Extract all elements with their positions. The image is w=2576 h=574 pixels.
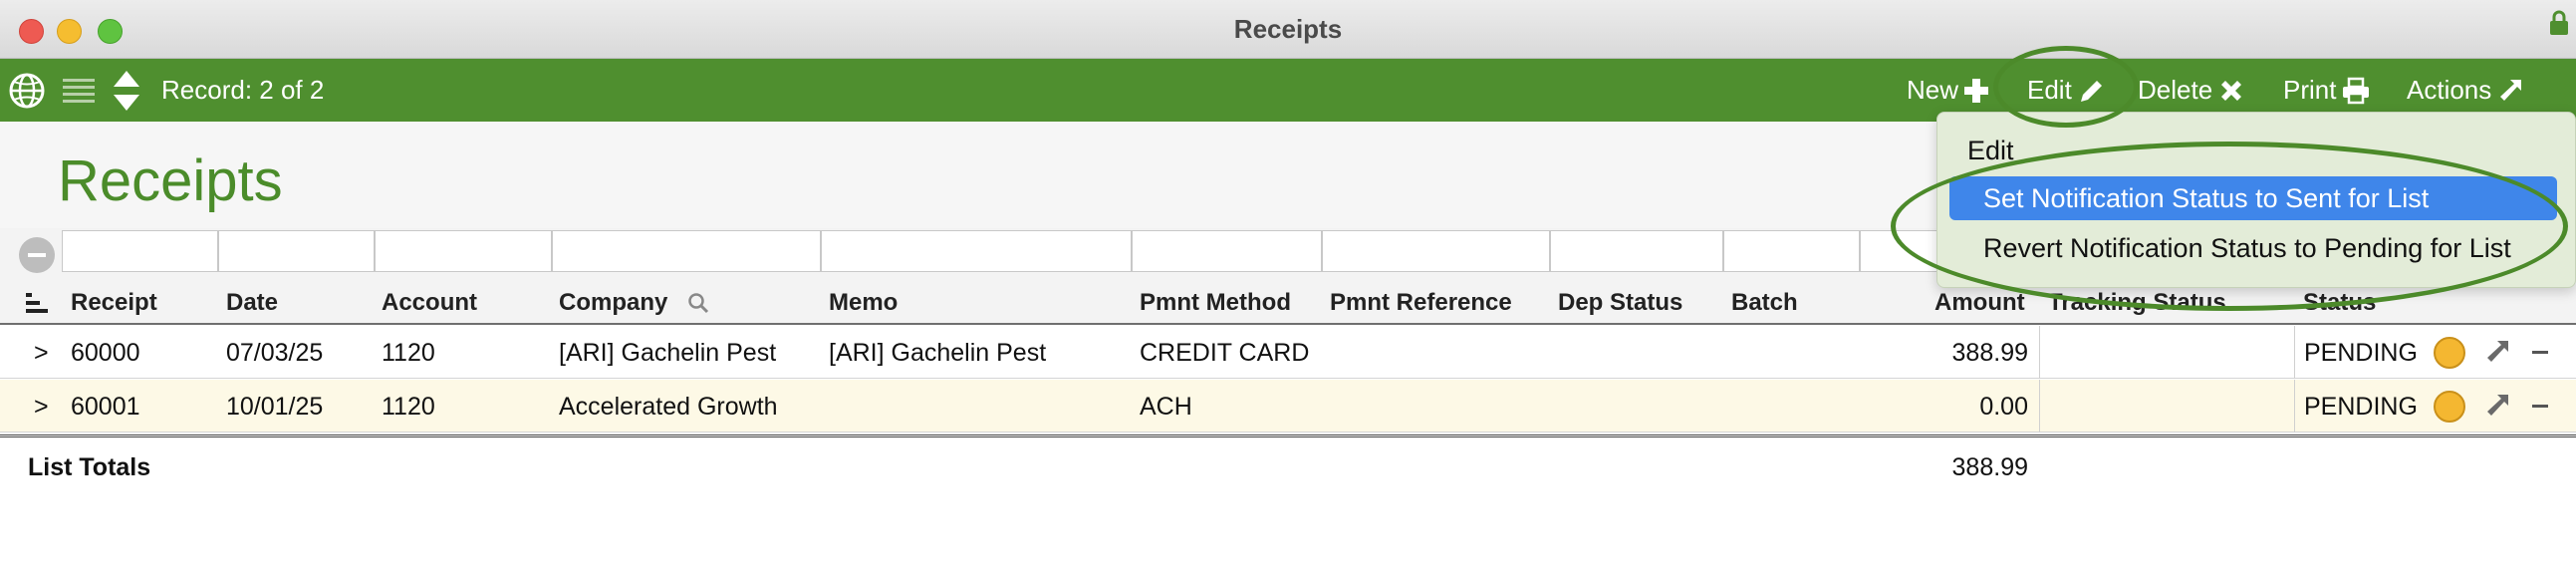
- cell-account: 1120: [382, 339, 435, 367]
- window-titlebar: Receipts: [0, 0, 2576, 59]
- cell-date: 10/01/25: [226, 393, 324, 421]
- edit-label: Edit: [2027, 75, 2072, 105]
- cell-amount: 0.00: [1979, 393, 2028, 421]
- table-row[interactable]: > 60000 07/03/25 1120 [ARI] Gachelin Pes…: [0, 326, 2576, 379]
- open-record-arrow-icon[interactable]: [2483, 338, 2511, 366]
- column-pmnt-reference[interactable]: Pmnt Reference: [1330, 289, 1512, 317]
- column-account[interactable]: Account: [382, 289, 477, 317]
- row-expander[interactable]: >: [34, 393, 49, 422]
- column-pmnt-method[interactable]: Pmnt Method: [1140, 289, 1291, 317]
- menu-item-set-notification-sent[interactable]: Set Notification Status to Sent for List: [1949, 176, 2557, 220]
- pencil-icon: [2080, 80, 2102, 102]
- actions-label: Actions: [2407, 75, 2492, 105]
- status-indicator-dot: [2434, 337, 2465, 369]
- filter-dep-status[interactable]: [1550, 230, 1723, 272]
- filter-date[interactable]: [218, 230, 375, 272]
- filter-pmnt-reference[interactable]: [1322, 230, 1550, 272]
- cell-company: Accelerated Growth: [559, 393, 778, 421]
- arrow-out-icon: [2500, 79, 2522, 101]
- x-icon: [2221, 80, 2242, 101]
- column-dep-status[interactable]: Dep Status: [1558, 289, 1682, 317]
- delete-label: Delete: [2138, 75, 2213, 105]
- record-counter-label: Record: 2 of 2: [161, 75, 325, 105]
- column-divider: [2039, 326, 2040, 379]
- window-title: Receipts: [1233, 14, 1343, 44]
- cell-status: PENDING: [2304, 393, 2418, 421]
- column-divider: [2294, 326, 2295, 379]
- totals-amount: 388.99: [1951, 453, 2028, 481]
- record-counter: Record: 2 of 2: [161, 59, 324, 122]
- cell-pmnt-method: ACH: [1140, 393, 1192, 421]
- column-memo[interactable]: Memo: [829, 289, 898, 317]
- lock-icon: [2550, 10, 2568, 35]
- cell-company: [ARI] Gachelin Pest: [559, 339, 777, 367]
- menu-item-edit[interactable]: Edit: [1937, 129, 2575, 172]
- status-indicator-dot: [2434, 391, 2465, 423]
- column-tracking-status[interactable]: Tracking Status: [2048, 289, 2226, 317]
- column-amount[interactable]: Amount: [1934, 289, 2025, 317]
- magnifier-icon[interactable]: [687, 292, 709, 314]
- sort-order-icon[interactable]: [26, 293, 50, 313]
- cell-pmnt-method: CREDIT CARD: [1140, 339, 1310, 367]
- column-date[interactable]: Date: [226, 289, 278, 317]
- filter-pmnt-method[interactable]: [1132, 230, 1322, 272]
- row-expander[interactable]: >: [34, 339, 49, 368]
- remove-row-icon[interactable]: [2532, 405, 2548, 408]
- filter-batch[interactable]: [1723, 230, 1860, 272]
- column-divider: [2039, 380, 2040, 432]
- cell-status: PENDING: [2304, 339, 2418, 367]
- clear-filter-button[interactable]: [19, 237, 55, 273]
- filter-memo[interactable]: [821, 230, 1132, 272]
- cell-amount: 388.99: [1951, 339, 2028, 367]
- open-record-arrow-icon[interactable]: [2483, 392, 2511, 420]
- filter-amount[interactable]: [1860, 230, 1939, 272]
- record-navigation-button[interactable]: [112, 59, 141, 122]
- list-view-button[interactable]: [62, 59, 96, 122]
- sort-arrows-icon: [114, 70, 139, 111]
- column-divider: [2294, 380, 2295, 432]
- filter-company[interactable]: [552, 230, 821, 272]
- filter-receipt[interactable]: [62, 230, 218, 272]
- totals-label: List Totals: [28, 453, 151, 481]
- globe-icon: [9, 73, 45, 108]
- column-company[interactable]: Company: [559, 289, 667, 317]
- printer-icon: [2343, 77, 2370, 104]
- menu-item-label: Edit: [1967, 136, 2014, 165]
- cell-date: 07/03/25: [226, 339, 324, 367]
- cell-memo: [ARI] Gachelin Pest: [829, 339, 1047, 367]
- table-row[interactable]: > 60001 10/01/25 1120 Accelerated Growth…: [0, 380, 2576, 432]
- list-icon: [63, 78, 95, 103]
- new-label: New: [1907, 75, 1959, 105]
- remove-row-icon[interactable]: [2532, 351, 2548, 354]
- plus-icon: [1964, 78, 1989, 103]
- page-title: Receipts: [58, 148, 283, 213]
- list-totals-row: List Totals 388.99: [0, 434, 2576, 497]
- cell-account: 1120: [382, 393, 435, 421]
- cell-receipt: 60000: [71, 339, 140, 367]
- menu-item-revert-notification-pending[interactable]: Revert Notification Status to Pending fo…: [1937, 226, 2575, 270]
- column-status[interactable]: Status: [2303, 289, 2376, 317]
- globe-button[interactable]: [8, 59, 46, 122]
- menu-item-label: Set Notification Status to Sent for List: [1983, 183, 2430, 213]
- edit-dropdown-menu: Edit Set Notification Status to Sent for…: [1936, 112, 2576, 288]
- cell-receipt: 60001: [71, 393, 140, 421]
- column-receipt[interactable]: Receipt: [71, 289, 157, 317]
- column-batch[interactable]: Batch: [1731, 289, 1798, 317]
- menu-item-label: Revert Notification Status to Pending fo…: [1983, 233, 2511, 263]
- print-label: Print: [2283, 75, 2337, 105]
- filter-account[interactable]: [375, 230, 552, 272]
